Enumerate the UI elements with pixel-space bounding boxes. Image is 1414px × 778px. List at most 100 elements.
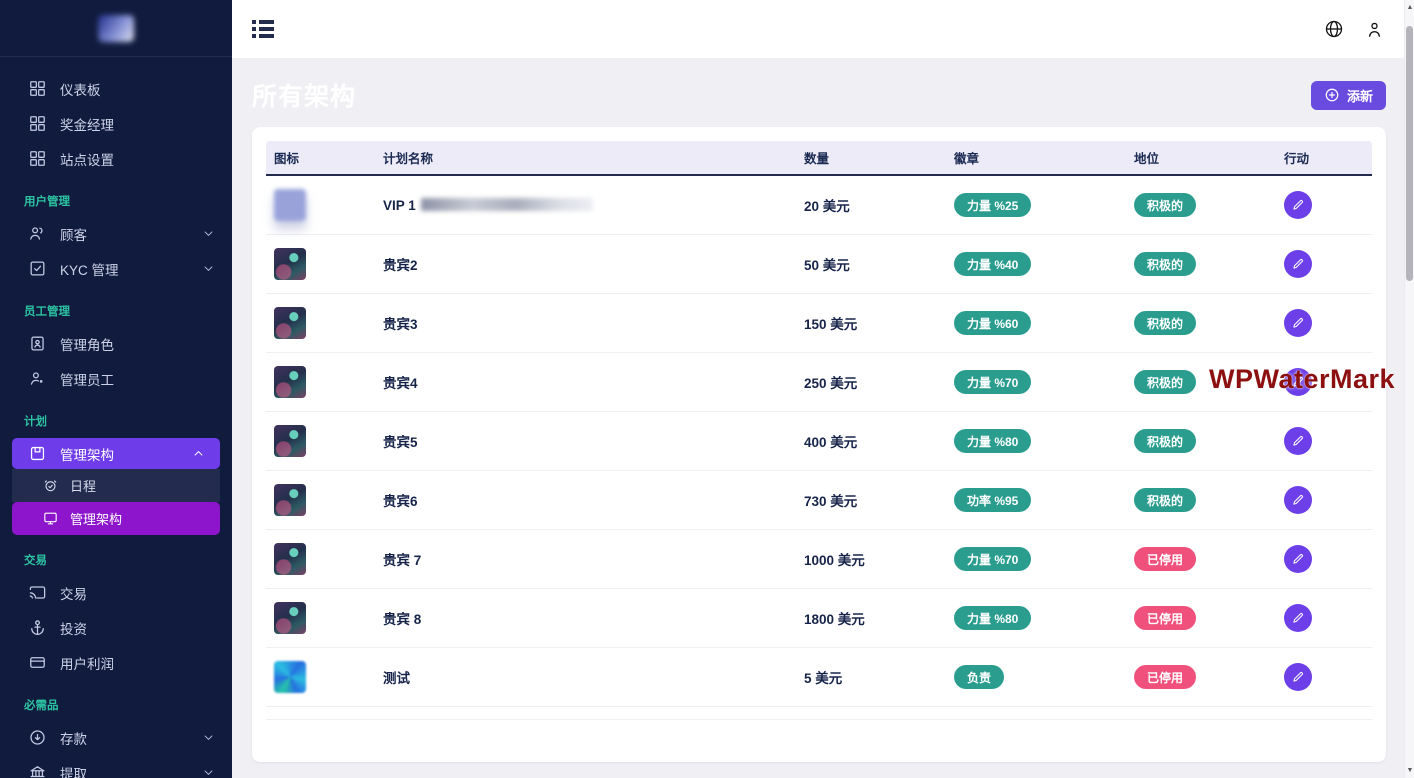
sidebar-item-label: KYC 管理 [60,259,119,279]
power-badge: 力量 %70 [954,370,1031,394]
power-badge: 力量 %40 [954,252,1031,276]
sidebar-item-user-profits[interactable]: 用户利润 [0,645,232,680]
menu-toggle-icon[interactable] [252,20,274,38]
sidebar-item-investments[interactable]: 投资 [0,610,232,645]
pencil-icon [1291,434,1305,448]
col-header-badge: 徽章 [948,148,1128,167]
app-logo [98,15,134,42]
table-row: VIP 1 20 美元 力量 %25 积极的 [266,176,1372,235]
pencil-icon [1291,670,1305,684]
power-badge: 力量 %60 [954,311,1031,335]
sidebar-item-manage-structures[interactable]: 管理架构 [12,438,220,469]
sidebar-item-label: 投资 [60,618,87,638]
sidebar-item-manage-structures-sub[interactable]: 管理架构 [12,502,220,535]
id-badge-icon [28,334,47,353]
table-row: 贵宾 8 1800 美元 力量 %80 已停用 [266,589,1372,648]
status-badge: 已停用 [1134,665,1196,689]
plan-name: 贵宾 7 [374,549,798,569]
alarm-icon [42,477,59,494]
status-badge: 积极的 [1134,193,1196,217]
plan-amount: 150 美元 [798,313,948,333]
col-header-name: 计划名称 [374,148,798,167]
sidebar-section-user-management: 用户管理 [0,176,232,216]
table-body: VIP 1 20 美元 力量 %25 积极的 贵宾2 50 美元 力量 %40 … [266,176,1372,707]
sidebar-item-label: 管理员工 [60,369,114,389]
sidebar-item-manage-staff[interactable]: 管理员工 [0,361,232,396]
plan-amount: 250 美元 [798,372,948,392]
sidebar-item-deposits[interactable]: 存款 [0,720,232,755]
sidebar-item-transactions[interactable]: 交易 [0,575,232,610]
power-badge: 负责 [954,665,1004,689]
table-row: 贵宾5 400 美元 力量 %80 积极的 [266,412,1372,471]
edit-button[interactable] [1284,309,1312,337]
power-badge: 力量 %25 [954,193,1031,217]
scroll-down-arrow-icon[interactable]: ▼ [1405,767,1414,774]
cast-icon [28,583,47,602]
sidebar-item-manage-roles[interactable]: 管理角色 [0,326,232,361]
plan-name: VIP 1 [374,198,798,213]
sidebar-item-label: 管理架构 [60,444,114,464]
edit-button[interactable] [1284,545,1312,573]
status-badge: 积极的 [1134,311,1196,335]
edit-button[interactable] [1284,486,1312,514]
plan-image [274,366,306,398]
edit-button[interactable] [1284,427,1312,455]
edit-button[interactable] [1284,663,1312,691]
power-badge: 力量 %70 [954,547,1031,571]
sidebar-item-label: 提取 [60,763,87,778]
table-row: 贵宾4 250 美元 力量 %70 积极的 [266,353,1372,412]
grid-icon [28,114,47,133]
sidebar-item-bonus-manager[interactable]: 奖金经理 [0,106,232,141]
logo-area[interactable] [0,0,232,57]
bookmark-icon [28,444,47,463]
sidebar-item-kyc-management[interactable]: KYC 管理 [0,251,232,286]
table-row: 贵宾3 150 美元 力量 %60 积极的 [266,294,1372,353]
status-badge: 积极的 [1134,370,1196,394]
plan-image [274,484,306,516]
credit-card-icon [28,653,47,672]
sidebar-item-label: 存款 [60,728,87,748]
sidebar-item-label: 管理架构 [70,509,122,528]
bank-icon [28,763,47,778]
edit-button[interactable] [1284,250,1312,278]
sidebar-item-dashboard[interactable]: 仪表板 [0,71,232,106]
sidebar-section-trade: 交易 [0,535,232,575]
scroll-up-arrow-icon[interactable]: ▲ [1405,4,1414,11]
sidebar-item-customers[interactable]: 顾客 [0,216,232,251]
sidebar-section-plans: 计划 [0,396,232,436]
plan-name: 贵宾 8 [374,608,798,628]
edit-button[interactable] [1284,191,1312,219]
plan-name: 贵宾5 [374,431,798,451]
edit-button[interactable] [1284,368,1312,396]
col-header-action: 行动 [1278,148,1372,167]
plan-image [274,248,306,280]
pencil-icon [1291,198,1305,212]
plan-name: 贵宾6 [374,490,798,510]
plan-amount: 20 美元 [798,195,948,215]
grid-icon [28,79,47,98]
sidebar-item-withdrawals[interactable]: 提取 [0,755,232,778]
page-title: 所有架构 [252,77,356,113]
pencil-icon [1291,493,1305,507]
anchor-icon [28,618,47,637]
plan-name: 贵宾3 [374,313,798,333]
sidebar-item-label: 用户利润 [60,653,114,673]
pencil-icon [1291,552,1305,566]
chevron-down-icon [201,730,216,745]
sidebar-item-site-settings[interactable]: 站点设置 [0,141,232,176]
table-header: 图标 计划名称 数量 徽章 地位 行动 [266,141,1372,176]
globe-icon[interactable] [1324,19,1344,39]
monitor-icon [42,510,59,527]
scrollbar-thumb[interactable] [1406,26,1413,281]
status-badge: 积极的 [1134,488,1196,512]
table-row: 测试 5 美元 负责 已停用 [266,648,1372,707]
sidebar-item-schedule[interactable]: 日程 [12,469,220,502]
add-new-button[interactable]: 添新 [1311,81,1386,110]
sidebar: 仪表板奖金经理站点设置用户管理顾客KYC 管理员工管理管理角色管理员工计划管理架… [0,0,232,778]
plan-amount: 50 美元 [798,254,948,274]
edit-button[interactable] [1284,604,1312,632]
table-footer [266,707,1372,720]
plan-amount: 1800 美元 [798,608,948,628]
user-icon[interactable] [1365,20,1384,39]
page-scrollbar[interactable]: ▲ ▼ [1404,0,1414,778]
